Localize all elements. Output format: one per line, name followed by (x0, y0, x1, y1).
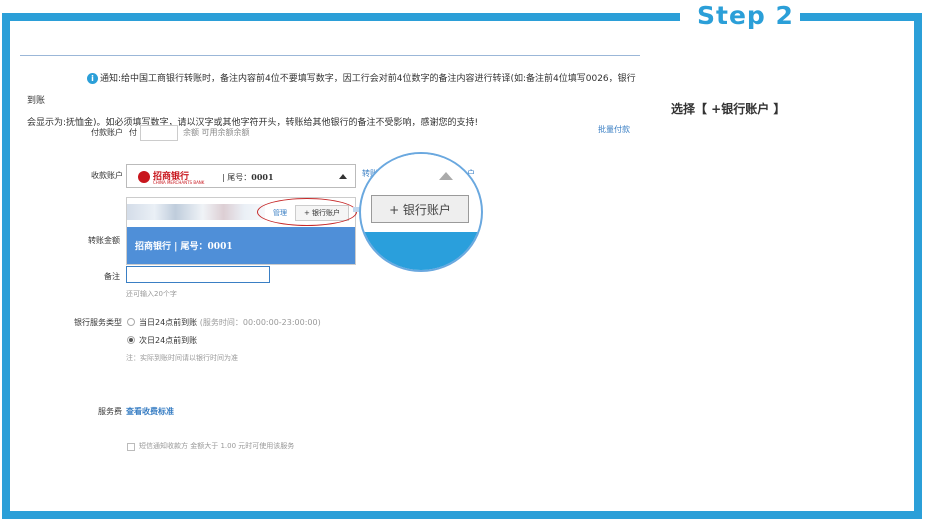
tail-number: 0001 (251, 172, 274, 182)
payee-label: 收款账户 (91, 171, 123, 180)
magnified-chevron-up-icon (439, 172, 453, 180)
service-type-label: 银行服务类型 (74, 318, 122, 327)
amount-label: 转账金额 (88, 236, 120, 245)
magnifier-callout: + 银行账户 (359, 152, 483, 272)
blurred-account-row (127, 204, 265, 220)
dropdown-bank-option-label: 招商银行 | 尾号：0001 (135, 242, 233, 252)
tail-label: 尾号： (227, 173, 252, 182)
arrival-note: 注：实际到账时间请以银行时间为准 (126, 354, 238, 362)
magnifier-blue-area (361, 232, 481, 270)
radio-same-day[interactable] (127, 318, 135, 326)
payee-account-select[interactable]: 招商银行 CHINA MERCHANTS BANK | 尾号：0001 (126, 164, 356, 188)
memo-hint: 还可输入20个字 (126, 290, 177, 298)
step-label: Step 2 (697, 1, 794, 30)
option-same-day: 当日24点前到账 (服务时间：00:00:00-23:00:00) (139, 317, 321, 328)
fee-label: 服务费 (98, 407, 122, 416)
memo-label: 备注 (104, 272, 120, 281)
option-same-day-note: (服务时间：00:00:00-23:00:00) (199, 318, 321, 327)
payer-label: 付款账户 (91, 128, 123, 137)
highlight-ellipse (257, 198, 357, 226)
dropdown-bank-option[interactable]: 招商银行 | 尾号：0001 (127, 227, 355, 264)
bank-sub-name: CHINA MERCHANTS BANK (153, 180, 205, 185)
info-icon: i (87, 73, 98, 84)
sms-checkbox[interactable] (127, 443, 135, 451)
memo-input[interactable] (126, 266, 270, 283)
notice-line-1: 通知:给中国工商银行转账时，备注内容前4位不要填写数字，因工行会对前4位数字的备… (27, 74, 636, 106)
payer-balance-hint: 余额 可用余额余额 (183, 128, 250, 137)
sms-label: 短信通知收款方 金额大于 1.00 元时可使用该服务 (139, 441, 294, 451)
payer-prefix: 付 (129, 128, 137, 137)
payer-account-box[interactable] (140, 125, 178, 141)
magnifier-top (361, 154, 481, 190)
chevron-up-icon[interactable] (339, 174, 347, 179)
magnified-add-bank-button[interactable]: + 银行账户 (371, 195, 469, 223)
fee-standard-link[interactable]: 查看收费标准 (126, 406, 174, 417)
notice-banner: i 通知:给中国工商银行转账时，备注内容前4位不要填写数字，因工行会对前4位数字的… (27, 68, 642, 134)
batch-payment-link[interactable]: 批量付款 (598, 124, 630, 135)
option-same-day-label: 当日24点前到账 (139, 318, 198, 327)
sms-note: 金额大于 1.00 元时可使用该服务 (190, 442, 295, 450)
radio-next-day[interactable] (127, 336, 135, 344)
account-tail: | 尾号：0001 (222, 172, 274, 182)
instruction-text: 选择【 +银行账户 】 (671, 102, 786, 116)
sms-label-text: 短信通知收款方 (139, 442, 188, 450)
option-next-day-label: 次日24点前到账 (139, 336, 198, 345)
cmb-logo-icon (138, 171, 150, 183)
